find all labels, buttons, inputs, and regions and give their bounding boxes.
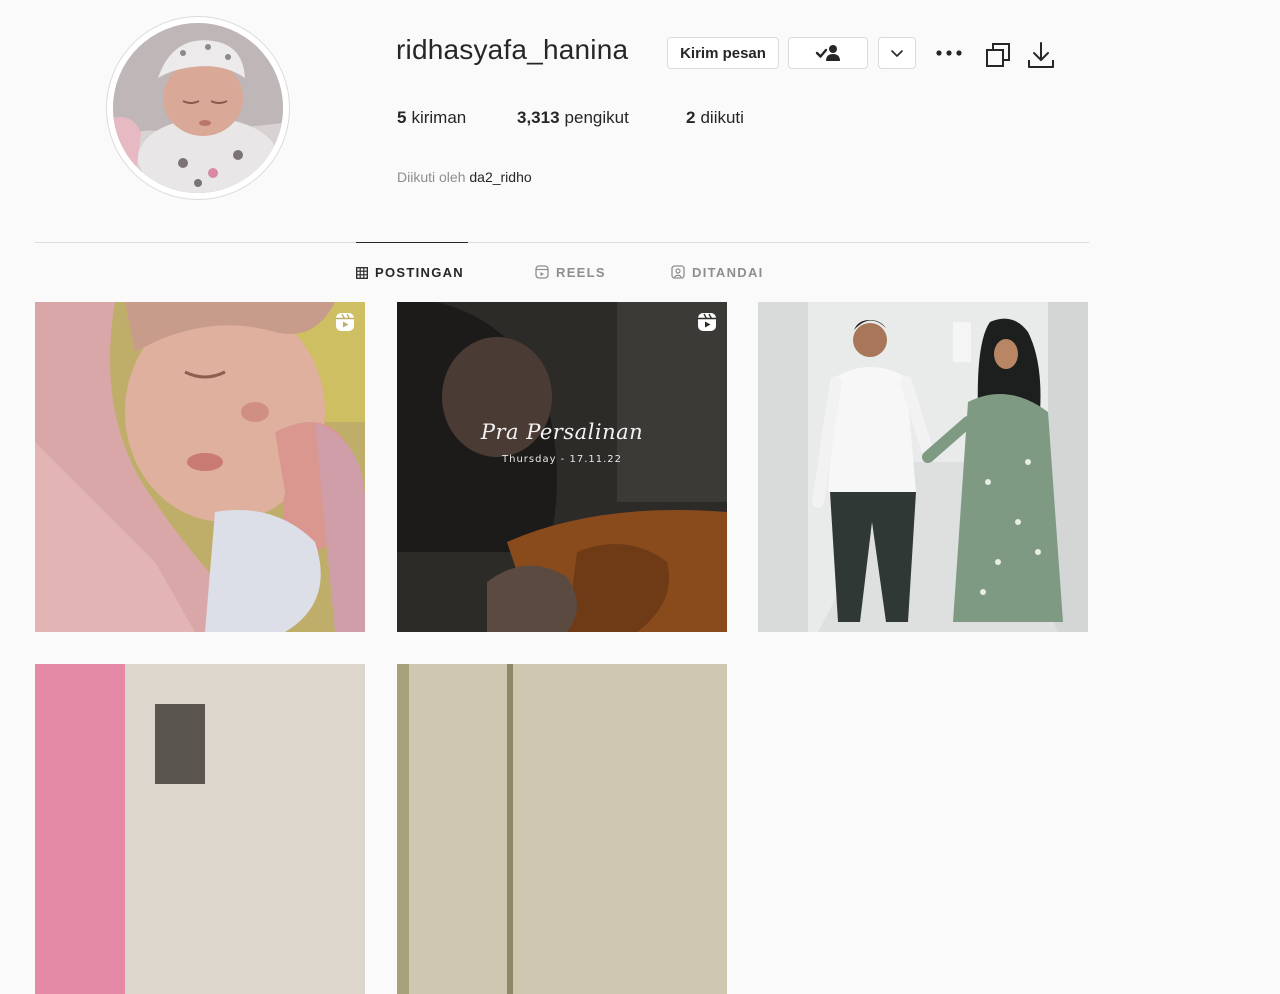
post-image <box>35 302 365 632</box>
more-horizontal-icon <box>936 50 962 56</box>
tab-posts-label: POSTINGAN <box>375 265 464 280</box>
profile-stats: 5 kiriman 3,313 pengikut 2 diikuti <box>397 108 744 128</box>
grid-icon <box>356 266 368 279</box>
tab-tagged-label: DITANDAI <box>692 264 764 280</box>
followed-by-prefix: Diikuti oleh <box>397 169 466 185</box>
profile-username: ridhasyafa_hanina <box>396 34 629 65</box>
following-count[interactable]: 2 diikuti <box>686 108 744 128</box>
post-image <box>397 302 727 632</box>
copy-button[interactable] <box>983 40 1013 70</box>
post-image <box>35 664 365 994</box>
reel-icon <box>334 311 356 338</box>
posts-count-label: kiriman <box>411 108 467 127</box>
post-thumbnail[interactable] <box>397 664 727 994</box>
send-message-button[interactable]: Kirim pesan <box>667 37 779 69</box>
following-button[interactable] <box>788 37 868 69</box>
download-button[interactable] <box>1026 40 1056 70</box>
profile-avatar[interactable] <box>106 16 290 200</box>
followers-count-label: pengikut <box>564 108 629 127</box>
post-thumbnail[interactable]: Pra Persalinan Thursday - 17.11.22 <box>397 302 727 632</box>
tagged-icon <box>671 265 685 279</box>
posts-count-value: 5 <box>397 108 407 127</box>
suggested-accounts-button[interactable] <box>878 37 916 69</box>
post-overlay-title: Pra Persalinan <box>480 420 644 444</box>
tab-reels[interactable]: REELS <box>535 242 606 302</box>
following-count-value: 2 <box>686 108 696 127</box>
chevron-down-icon <box>890 48 904 58</box>
followers-count-value: 3,313 <box>517 108 560 127</box>
followers-count[interactable]: 3,313 pengikut <box>517 108 686 128</box>
post-thumbnail[interactable] <box>35 302 365 632</box>
following-count-label: diikuti <box>700 108 744 127</box>
followed-by[interactable]: Diikuti oleh da2_ridho <box>397 169 532 185</box>
reels-icon <box>535 265 549 279</box>
tab-reels-label: REELS <box>556 264 606 280</box>
post-overlay-date: Thursday - 17.11.22 <box>502 454 622 465</box>
tab-tagged[interactable]: DITANDAI <box>671 242 764 302</box>
copy-icon <box>984 41 1012 69</box>
post-image <box>397 664 727 994</box>
post-thumbnail[interactable] <box>758 302 1088 632</box>
more-options-button[interactable] <box>934 41 964 65</box>
post-thumbnail[interactable] <box>35 664 365 994</box>
posts-count: 5 kiriman <box>397 108 517 128</box>
post-image <box>758 302 1088 632</box>
avatar-image <box>113 23 283 193</box>
download-icon <box>1027 40 1055 70</box>
reel-icon <box>696 311 718 338</box>
person-check-icon <box>815 44 841 62</box>
tab-posts[interactable]: POSTINGAN <box>356 242 468 302</box>
followed-by-name: da2_ridho <box>469 169 532 185</box>
